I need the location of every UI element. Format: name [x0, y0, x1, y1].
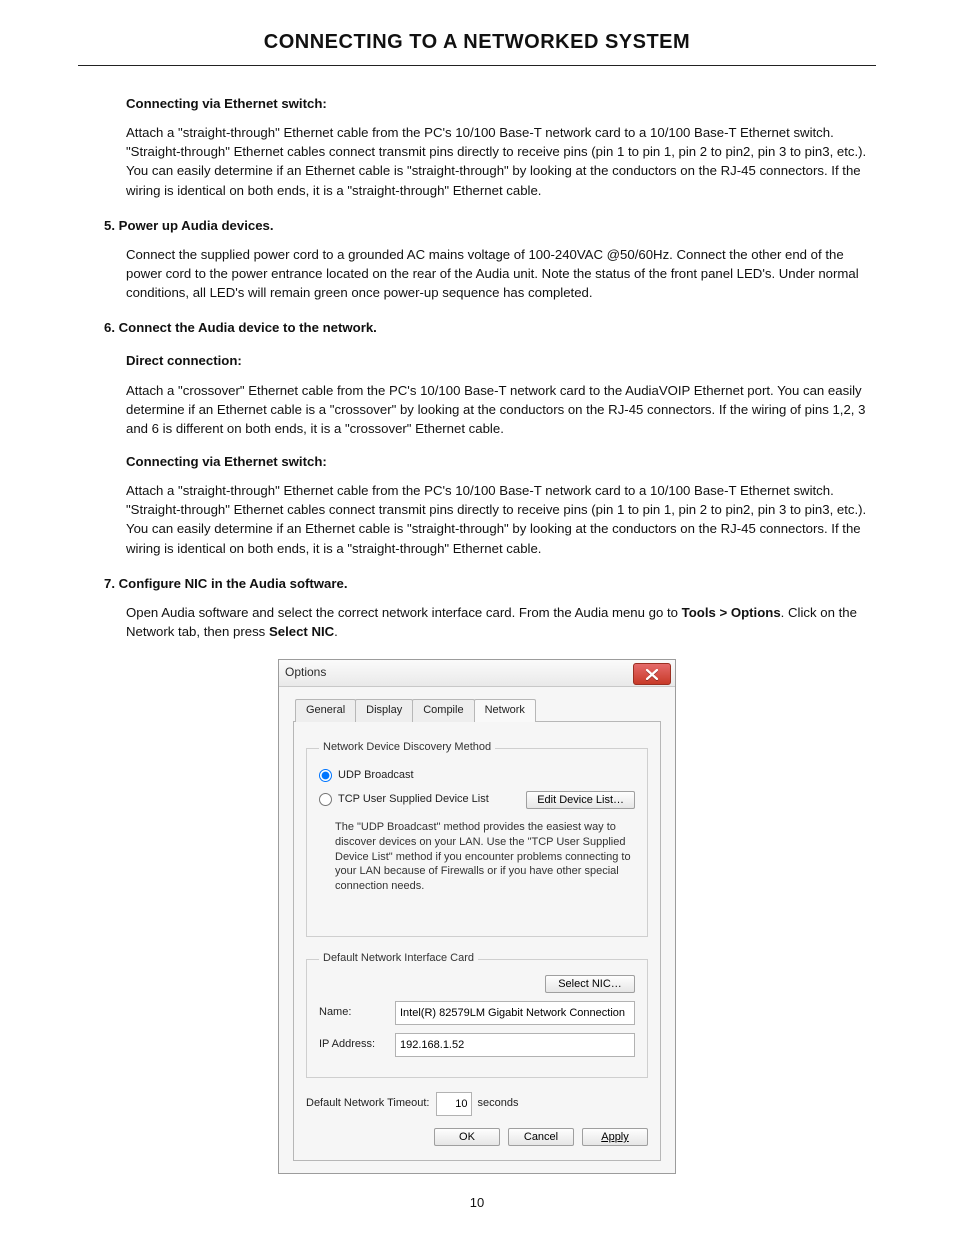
options-dialog: Options General Display Compile Network …	[278, 659, 676, 1174]
para-step-7: Open Audia software and select the corre…	[126, 603, 876, 641]
step7-select-nic: Select NIC	[269, 624, 334, 639]
apply-button[interactable]: Apply	[582, 1128, 648, 1146]
nic-name-label: Name:	[319, 1005, 395, 1021]
heading-direct: Direct connection:	[126, 351, 876, 370]
page-number: 10	[0, 1194, 954, 1213]
group-discovery-legend: Network Device Discovery Method	[319, 740, 495, 756]
dialog-titlebar[interactable]: Options	[279, 660, 675, 687]
divider	[78, 65, 876, 66]
tab-compile[interactable]: Compile	[412, 699, 474, 722]
nic-ip-field[interactable]	[395, 1033, 635, 1057]
nic-ip-row: IP Address:	[319, 1033, 635, 1057]
nic-name-row: Name:	[319, 1001, 635, 1025]
discovery-description: The "UDP Broadcast" method provides the …	[335, 820, 631, 894]
tab-display[interactable]: Display	[355, 699, 413, 722]
group-discovery: Network Device Discovery Method UDP Broa…	[306, 740, 648, 937]
radio-tcp-input[interactable]	[319, 793, 332, 806]
para-eth-switch-1: Attach a "straight-through" Ethernet cab…	[126, 123, 876, 200]
dialog-title: Options	[285, 664, 326, 681]
radio-tcp-list[interactable]: TCP User Supplied Device List	[319, 792, 489, 808]
timeout-label: Default Network Timeout:	[306, 1096, 430, 1112]
para-eth-switch-2: Attach a "straight-through" Ethernet cab…	[126, 481, 876, 558]
para-direct: Attach a "crossover" Ethernet cable from…	[126, 381, 876, 438]
para-step-5: Connect the supplied power cord to a gro…	[126, 245, 876, 302]
row-tcp: TCP User Supplied Device List Edit Devic…	[319, 788, 635, 812]
radio-udp-broadcast[interactable]: UDP Broadcast	[319, 768, 635, 784]
nic-name-field[interactable]	[395, 1001, 635, 1025]
edit-device-list-button[interactable]: Edit Device List…	[526, 791, 635, 809]
timeout-row: Default Network Timeout: seconds	[306, 1092, 648, 1116]
cancel-button[interactable]: Cancel	[508, 1128, 574, 1146]
dialog-body: General Display Compile Network Network …	[279, 687, 675, 1173]
ok-button[interactable]: OK	[434, 1128, 500, 1146]
step7-pre: Open Audia software and select the corre…	[126, 605, 682, 620]
tab-general[interactable]: General	[295, 699, 356, 722]
nic-ip-label: IP Address:	[319, 1037, 395, 1053]
radio-udp-input[interactable]	[319, 769, 332, 782]
group-nic-legend: Default Network Interface Card	[319, 951, 478, 967]
select-nic-button[interactable]: Select NIC…	[545, 975, 635, 993]
close-button[interactable]	[633, 663, 671, 685]
dialog-buttons: OK Cancel Apply	[306, 1128, 648, 1146]
radio-udp-label: UDP Broadcast	[338, 768, 414, 784]
heading-step-6: 6. Connect the Audia device to the netwo…	[126, 318, 876, 337]
page-title: CONNECTING TO A NETWORKED SYSTEM	[78, 28, 876, 57]
tab-bar: General Display Compile Network	[295, 699, 661, 722]
step7-end: .	[334, 624, 338, 639]
heading-step-7: 7. Configure NIC in the Audia software.	[126, 574, 876, 593]
group-nic: Default Network Interface Card Select NI…	[306, 951, 648, 1078]
page: { "page_title": "CONNECTING TO A NETWORK…	[0, 0, 954, 1235]
timeout-field[interactable]	[436, 1092, 472, 1116]
heading-eth-switch-2: Connecting via Ethernet switch:	[126, 452, 876, 471]
tab-panel-network: Network Device Discovery Method UDP Broa…	[293, 721, 661, 1161]
dialog-container: Options General Display Compile Network …	[78, 659, 876, 1174]
step7-tools-options: Tools > Options	[682, 605, 781, 620]
close-icon	[646, 669, 658, 680]
timeout-unit: seconds	[478, 1096, 519, 1112]
tab-network[interactable]: Network	[474, 699, 536, 722]
heading-eth-switch-1: Connecting via Ethernet switch:	[126, 94, 876, 113]
heading-step-5: 5. Power up Audia devices.	[126, 216, 876, 235]
body-text: Connecting via Ethernet switch: Attach a…	[126, 94, 876, 641]
radio-tcp-label: TCP User Supplied Device List	[338, 792, 489, 808]
